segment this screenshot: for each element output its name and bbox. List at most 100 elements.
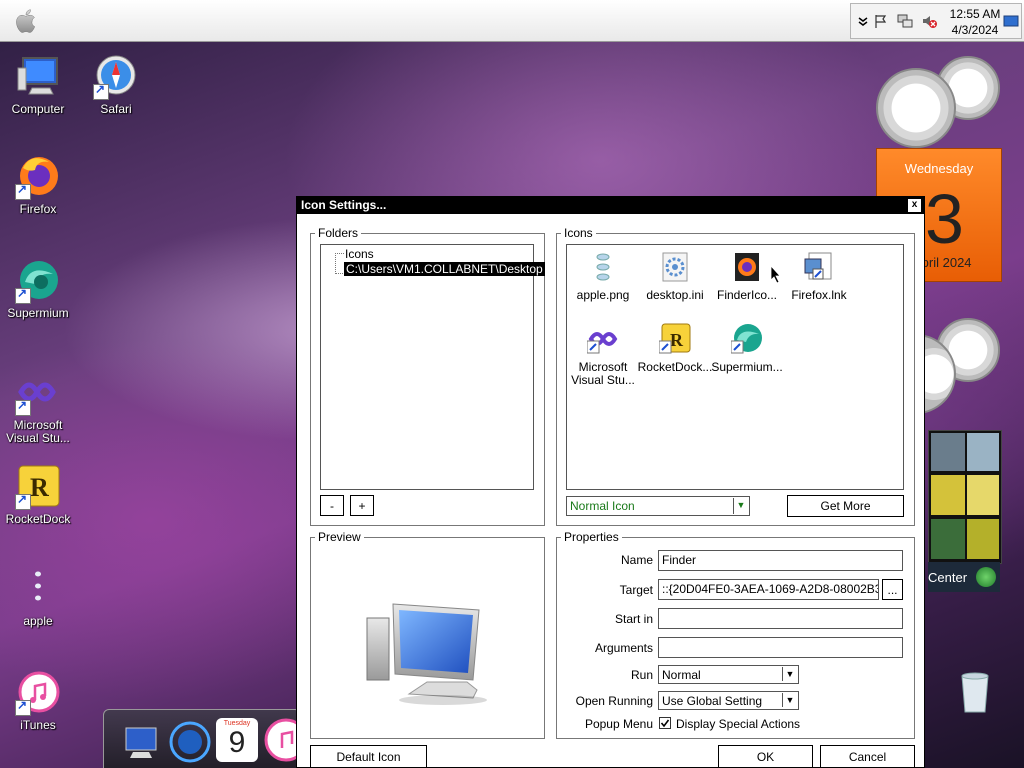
desktop-icon-label: iTunes — [20, 718, 56, 732]
supermium-icon — [15, 258, 61, 304]
desktop-icon-apple[interactable]: apple — [0, 566, 78, 628]
desktop-icon-firefox[interactable]: Firefox — [0, 154, 78, 216]
get-more-button[interactable]: Get More — [787, 495, 904, 517]
clock-date[interactable]: 4/3/2024 — [943, 23, 1007, 37]
preview-group-title: Preview — [315, 530, 364, 544]
tree-item-desktop-selected[interactable]: C:\Users\VM1.COLLABNET\Desktop — [344, 262, 545, 276]
folders-group: Folders Icons C:\Users\VM1.COLLABNET\Des… — [310, 226, 545, 526]
run-label: Run — [630, 668, 653, 682]
dock: Tuesday 9 — [103, 709, 308, 768]
icon-item-label: Microsoft Visual Stu... — [571, 360, 635, 387]
name-field[interactable]: Finder — [658, 550, 903, 571]
properties-group: Properties Name Finder Target ::{20D04FE… — [556, 530, 915, 739]
arguments-field[interactable] — [658, 637, 903, 658]
desktop-icon-safari[interactable]: Safari — [76, 54, 156, 116]
dock-globe-icon[interactable] — [168, 716, 212, 764]
startin-label: Start in — [614, 612, 653, 626]
media-center-label: Center — [928, 570, 968, 585]
cancel-button[interactable]: Cancel — [820, 745, 915, 768]
desktop-icon-label: Microsoft Visual Stu... — [6, 418, 70, 445]
chevron-down-icon[interactable]: ▼ — [733, 498, 748, 514]
clock-time[interactable]: 12:55 AM — [943, 7, 1007, 21]
desktop-icon-supermium[interactable]: Supermium — [0, 258, 78, 320]
shortcut-arrow-icon — [93, 82, 109, 100]
system-tray: 12:55 AM 4/3/2024 — [850, 3, 1022, 39]
dialog-title: Icon Settings... — [301, 198, 387, 212]
apple-logo-icon[interactable] — [12, 6, 42, 36]
chevron-down-icon[interactable] — [855, 13, 871, 29]
recycle-bin-icon[interactable] — [954, 668, 996, 716]
icon-item-apple-png[interactable]: apple.png — [565, 251, 641, 302]
volume-muted-icon[interactable] — [921, 13, 937, 29]
remove-folder-button[interactable]: - — [320, 495, 344, 516]
desktop-icon-label: apple — [23, 614, 53, 628]
network-icon[interactable] — [897, 13, 913, 29]
icons-list[interactable]: apple.png desktop.ini FinderIco... Firef… — [566, 244, 904, 490]
icon-style-value: Normal Icon — [570, 499, 635, 513]
icon-item-label: RocketDock... — [637, 360, 713, 374]
desktop-icon[interactable] — [1003, 13, 1019, 29]
flag-icon[interactable] — [873, 13, 889, 29]
svg-text:R: R — [30, 473, 49, 502]
calendar-date: 3 — [925, 180, 964, 258]
icon-item-rocketdock[interactable]: R RocketDock... — [637, 323, 713, 374]
calendar-day: Wednesday — [904, 161, 974, 176]
desktop-icon-itunes[interactable]: iTunes — [0, 670, 78, 732]
media-center-widget[interactable]: Center — [928, 562, 1000, 592]
icon-settings-dialog: Icon Settings... x Folders Icons C:\User… — [296, 196, 925, 768]
desktop-icon-label: Safari — [100, 102, 132, 116]
open-running-select[interactable]: Use Global Setting ▼ — [658, 691, 799, 710]
startin-field[interactable] — [658, 608, 903, 629]
default-icon-button[interactable]: Default Icon — [310, 745, 427, 768]
properties-group-title: Properties — [561, 530, 622, 544]
desktop-background: 12:55 AM 4/3/2024 Computer Safari Firefo… — [0, 0, 1024, 768]
tree-item-icons[interactable]: Icons — [345, 247, 374, 261]
open-running-value: Use Global Setting — [662, 694, 763, 708]
shortcut-arrow-icon — [15, 182, 31, 200]
desktop-icon-rocketdock[interactable]: R RocketDock — [0, 464, 78, 526]
mouse-cursor-icon — [770, 264, 782, 284]
desktop-icon-visual-studio[interactable]: Microsoft Visual Stu... — [0, 370, 78, 445]
close-button[interactable]: x — [908, 199, 921, 212]
icon-item-label: Firefox.lnk — [791, 288, 847, 302]
folders-tree[interactable]: Icons C:\Users\VM1.COLLABNET\Desktop — [320, 244, 545, 490]
icon-style-select[interactable]: Normal Icon ▼ — [566, 496, 750, 516]
desktop-icon-label: Computer — [11, 102, 65, 116]
close-icon: x — [911, 199, 918, 210]
target-field[interactable]: ::{20D04FE0-3AEA-1069-A2D8-08002B30309D} — [658, 579, 879, 600]
dock-itunes-icon[interactable] — [264, 718, 308, 762]
tree-connector — [335, 253, 344, 255]
itunes-icon — [15, 670, 61, 716]
icon-item-visual-studio[interactable]: Microsoft Visual Stu... — [565, 323, 641, 387]
run-select[interactable]: Normal ▼ — [658, 665, 799, 684]
shortcut-arrow-icon — [15, 492, 31, 510]
chevron-down-icon[interactable]: ▼ — [782, 693, 797, 707]
icon-item-firefox-lnk[interactable]: Firefox.lnk — [781, 251, 857, 302]
open-running-label: Open Running — [575, 694, 653, 708]
rocketdock-icon: R — [658, 323, 691, 355]
popup-menu-checkbox[interactable] — [659, 717, 671, 729]
chevron-down-icon[interactable]: ▼ — [782, 667, 797, 681]
dialog-title-bar[interactable]: Icon Settings... x — [297, 197, 924, 214]
link-file-icon — [803, 251, 835, 283]
icon-item-desktop-ini[interactable]: desktop.ini — [637, 251, 713, 302]
computer-icon — [15, 54, 61, 100]
icon-item-label: desktop.ini — [646, 288, 704, 302]
slideshow-widget — [928, 430, 1002, 564]
menu-bar: 12:55 AM 4/3/2024 — [0, 0, 1024, 42]
dock-computer-icon[interactable] — [118, 724, 162, 764]
windows-orb-icon — [976, 567, 996, 587]
add-folder-button[interactable]: + — [350, 495, 374, 516]
supermium-icon — [730, 323, 763, 355]
safari-icon — [93, 54, 139, 100]
popup-menu-checkbox-label[interactable]: Display Special Actions — [676, 717, 800, 731]
browse-target-button[interactable]: ... — [882, 579, 903, 600]
desktop-icon-label: Supermium — [7, 306, 69, 320]
icons-group: Icons apple.png desktop.ini FinderIco...… — [556, 226, 915, 526]
svg-text:R: R — [670, 330, 684, 350]
dock-calendar-icon[interactable]: Tuesday 9 — [216, 718, 258, 762]
memory-gauge-widget — [876, 68, 956, 148]
icon-item-supermium[interactable]: Supermium... — [709, 323, 785, 374]
ok-button[interactable]: OK — [718, 745, 813, 768]
desktop-icon-computer[interactable]: Computer — [0, 54, 78, 116]
